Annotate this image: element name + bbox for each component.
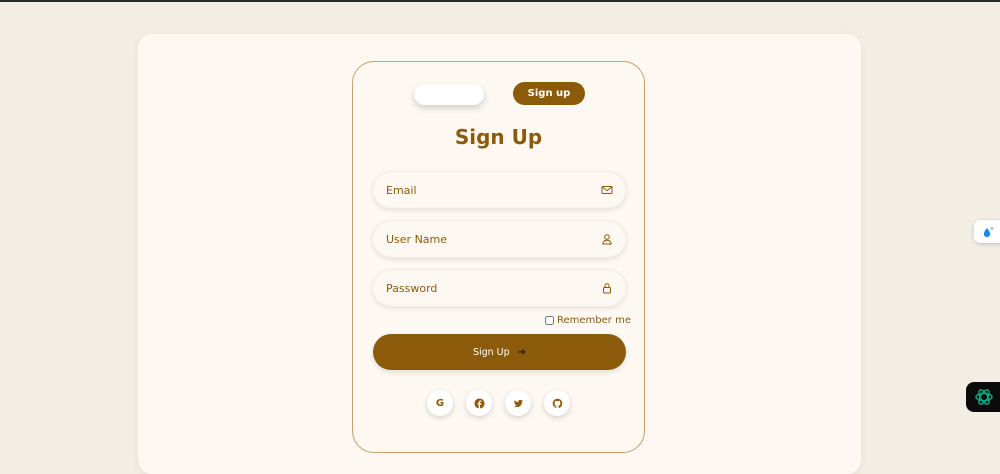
tab-signup[interactable]: Sign up [513, 82, 585, 105]
twitter-icon [513, 399, 523, 407]
water-drop-icon [983, 226, 994, 237]
github-icon [552, 398, 562, 408]
mail-icon [601, 186, 613, 194]
username-field[interactable] [373, 221, 626, 257]
google-icon: G [435, 397, 445, 409]
github-login-button[interactable] [544, 390, 570, 416]
openai-icon [975, 389, 993, 405]
facebook-icon [473, 397, 485, 409]
email-field-wrapper [373, 172, 626, 208]
tab-login[interactable] [414, 84, 484, 105]
extension-openai-button[interactable] [966, 382, 1000, 412]
signup-card [352, 61, 645, 453]
password-field[interactable] [373, 270, 626, 306]
signup-submit-button[interactable]: Sign Up ➜ [373, 334, 626, 370]
extension-water-drop-button[interactable] [974, 220, 1000, 243]
email-field[interactable] [373, 172, 626, 208]
remember-label: Remember me [557, 315, 631, 326]
lock-icon [603, 283, 611, 294]
facebook-login-button[interactable] [466, 390, 492, 416]
google-login-button[interactable]: G [427, 390, 453, 416]
username-field-wrapper [373, 221, 626, 257]
twitter-login-button[interactable] [505, 390, 531, 416]
user-icon [602, 234, 612, 245]
remember-checkbox[interactable] [545, 316, 554, 325]
window-top-border [0, 0, 1000, 2]
form-title: Sign Up [454, 125, 543, 149]
remember-me[interactable]: Remember me [545, 314, 631, 327]
password-field-wrapper [373, 270, 626, 306]
arrow-right-icon: ➜ [517, 346, 527, 358]
submit-label: Sign Up [472, 346, 510, 358]
